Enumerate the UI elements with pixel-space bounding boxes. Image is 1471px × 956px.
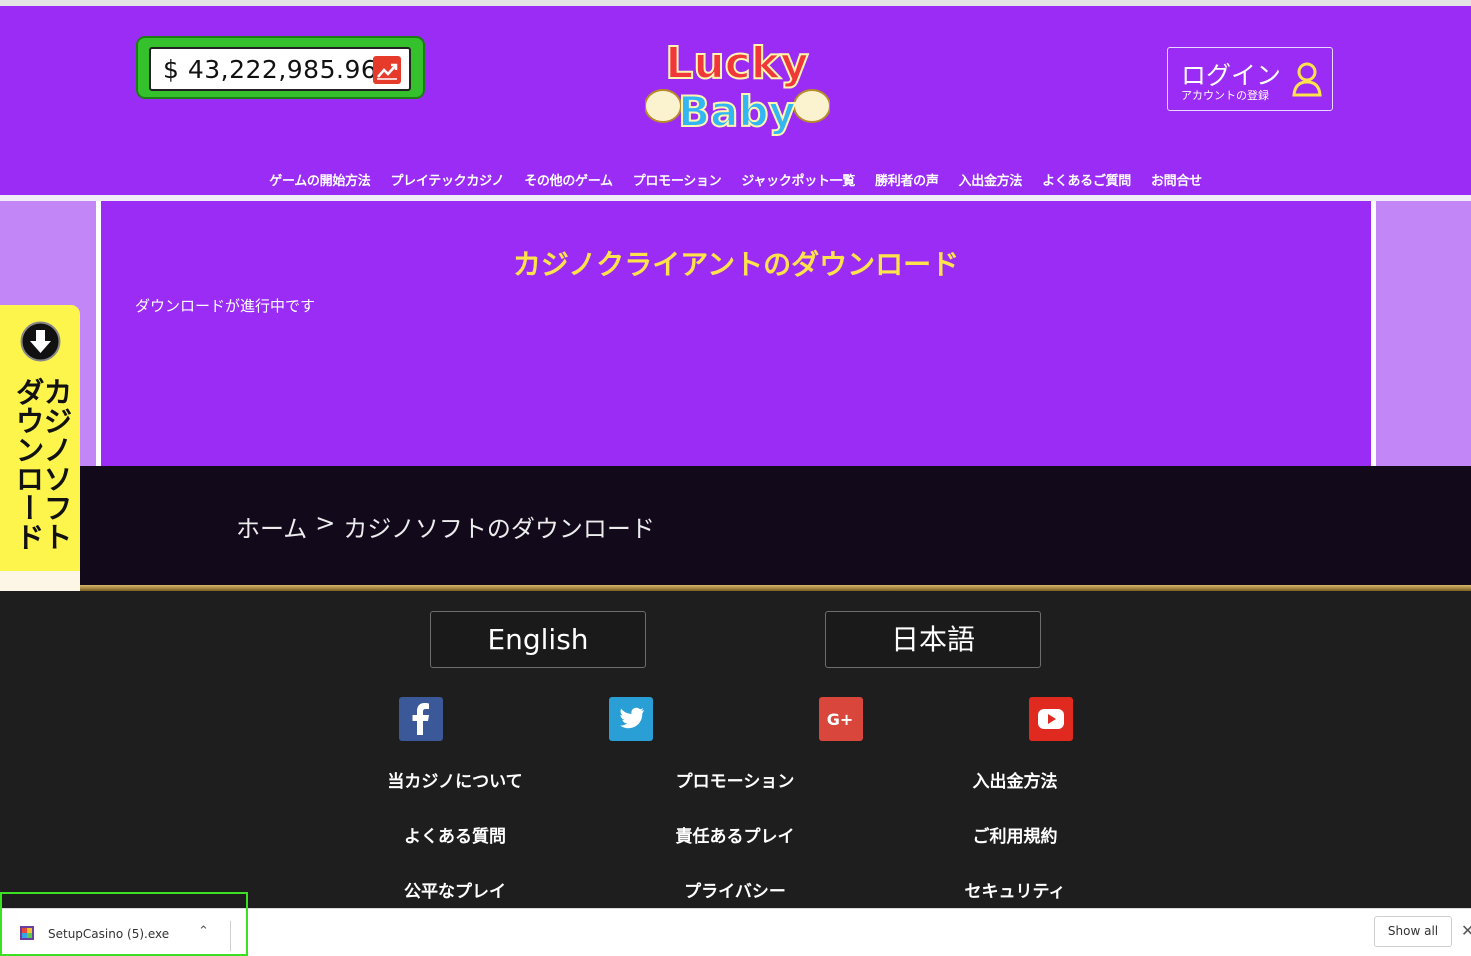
youtube-icon[interactable]: [1029, 697, 1073, 741]
main-nav: ゲームの開始方法 プレイテックカジノ その他のゲーム プロモーション ジャックポ…: [0, 170, 1471, 194]
download-shelf: SetupCasino (5).exe ⌃: [0, 908, 1471, 956]
footer-link-about[interactable]: 当カジノについて: [335, 767, 575, 792]
close-icon[interactable]: ✕: [1461, 921, 1471, 940]
nav-item-promotions[interactable]: プロモーション: [633, 170, 722, 194]
footer-link-banking[interactable]: 入出金方法: [895, 767, 1135, 792]
nav-item-faq[interactable]: よくあるご質問: [1042, 170, 1131, 194]
download-file-name: SetupCasino (5).exe: [48, 927, 170, 941]
facebook-icon[interactable]: [399, 697, 443, 741]
jackpot-display: $ 43,222,985.96: [149, 47, 411, 91]
footer-link-privacy[interactable]: プライバシー: [615, 877, 855, 902]
nav-item-jackpots[interactable]: ジャックポット一覧: [741, 170, 855, 194]
site-header: $ 43,222,985.96 Lucky Baby ログイン アカウントの登録…: [0, 6, 1471, 195]
side-download-label: カジノソフトダウンロード: [11, 377, 73, 551]
nav-item-getting-started[interactable]: ゲームの開始方法: [269, 170, 371, 194]
show-all-button[interactable]: Show all: [1374, 916, 1452, 947]
download-panel: カジノクライアントのダウンロード ダウンロードが進行中です: [101, 201, 1371, 466]
footer-link-fair-play[interactable]: 公平なプレイ: [335, 877, 575, 902]
site-footer: English 日本語 G+ 当カジノについて プロモーション 入出金方法 よく…: [0, 591, 1471, 908]
nav-item-playtech-casino[interactable]: プレイテックカジノ: [390, 170, 504, 194]
shelf-item-separator: [230, 921, 231, 951]
nav-item-other-games[interactable]: その他のゲーム: [524, 170, 613, 194]
page-title: カジノクライアントのダウンロード: [512, 248, 960, 281]
breadcrumb-bar: ホーム > カジノソフトのダウンロード: [0, 466, 1471, 586]
breadcrumb: ホーム > カジノソフトのダウンロード: [236, 509, 663, 544]
chevron-up-icon[interactable]: ⌃: [198, 924, 209, 939]
installer-file-icon: [20, 926, 34, 940]
user-icon: [1292, 62, 1322, 97]
login-button[interactable]: ログイン アカウントの登録: [1167, 47, 1333, 111]
download-status: ダウンロードが進行中です: [135, 297, 316, 315]
nav-item-contact[interactable]: お問合せ: [1151, 170, 1202, 194]
nav-item-winners[interactable]: 勝利者の声: [875, 170, 939, 194]
download-item[interactable]: SetupCasino (5).exe ⌃: [4, 915, 232, 955]
register-label: アカウントの登録: [1181, 89, 1269, 102]
breadcrumb-separator: >: [315, 509, 336, 537]
nav-item-banking[interactable]: 入出金方法: [959, 170, 1023, 194]
footer-link-terms[interactable]: ご利用規約: [895, 822, 1135, 847]
content-edge-right: [1371, 201, 1376, 466]
logo-text-baby: Baby: [678, 87, 796, 136]
footer-link-security[interactable]: セキュリティ: [895, 877, 1135, 902]
breadcrumb-current: カジノソフトのダウンロード: [343, 515, 655, 543]
logo-text-lucky: Lucky: [665, 38, 808, 89]
site-logo[interactable]: Lucky Baby: [645, 32, 830, 138]
footer-link-faq[interactable]: よくある質問: [335, 822, 575, 847]
language-japanese-button[interactable]: 日本語: [825, 611, 1041, 668]
svg-text:G+: G+: [827, 710, 854, 729]
footer-link-responsible-play[interactable]: 責任あるプレイ: [615, 822, 855, 847]
breadcrumb-home[interactable]: ホーム: [236, 509, 307, 544]
side-download-tab[interactable]: カジノソフトダウンロード: [0, 305, 80, 605]
jackpot-value: $ 43,222,985.96: [163, 55, 378, 84]
twitter-icon[interactable]: [609, 697, 653, 741]
google-plus-icon[interactable]: G+: [819, 697, 863, 741]
language-english-button[interactable]: English: [430, 611, 646, 668]
chart-up-icon: [373, 56, 401, 84]
footer-link-promotions[interactable]: プロモーション: [615, 767, 855, 792]
jackpot-counter: $ 43,222,985.96: [136, 36, 425, 99]
download-arrow-icon: [20, 321, 61, 362]
